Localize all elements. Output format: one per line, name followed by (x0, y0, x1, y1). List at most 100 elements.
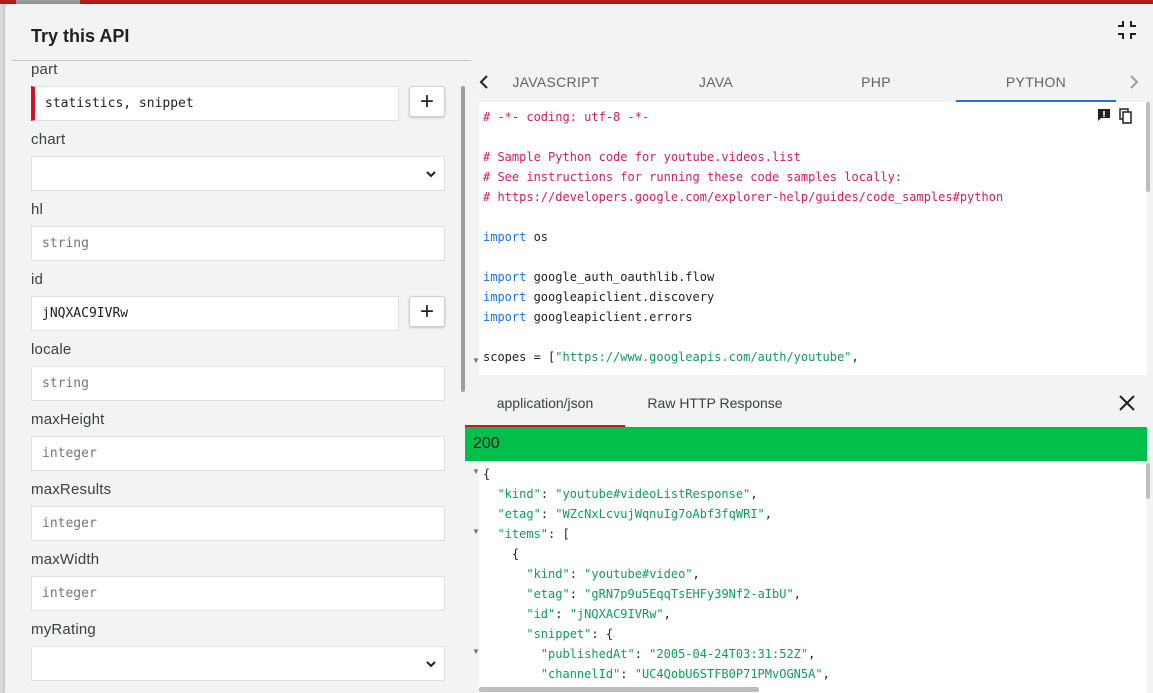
status-code: 200 (473, 435, 500, 452)
json-token: "kind" (497, 487, 541, 501)
chevron-down-icon (424, 167, 438, 181)
param-label: hl (31, 201, 44, 218)
param-label: locale (31, 341, 72, 358)
json-line: "id": "jNQXAC9IVRw", (483, 604, 671, 624)
language-tabs: JAVASCRIPT JAVA PHP PYTHON (465, 61, 1153, 102)
json-token: "UC4QobU6STFB0P71PMvOGN5A" (634, 667, 823, 681)
add-part-button[interactable]: + (409, 86, 445, 117)
code-token: googleapiclient.discovery (526, 290, 715, 304)
param-input-hl[interactable]: string (31, 226, 445, 261)
param-value: jNQXAC9IVRw (42, 306, 129, 321)
json-line: "kind": "youtube#video", (483, 564, 700, 584)
response-tab-raw-http[interactable]: Raw HTTP Response (635, 379, 795, 427)
param-input-maxresults[interactable]: integer (31, 506, 445, 541)
json-scrollbar[interactable] (1146, 463, 1150, 499)
collapse-fullscreen-icon[interactable] (1117, 20, 1137, 40)
param-label: myRating (31, 621, 96, 638)
param-input-part[interactable]: statistics, snippet (31, 86, 399, 121)
code-line: import google_auth_oauthlib.flow (483, 267, 714, 287)
json-token: , (692, 567, 700, 581)
json-token: "jNQXAC9IVRw" (569, 607, 664, 621)
json-horizontal-scrollbar[interactable] (479, 687, 759, 692)
json-token: : (634, 647, 650, 661)
code-token: , (851, 350, 859, 364)
fold-arrow-icon[interactable]: ▼ (472, 467, 480, 476)
param-part: part statistics, snippet + (31, 60, 445, 124)
report-feedback-icon[interactable] (1097, 108, 1111, 127)
tab-php[interactable]: PHP (796, 61, 956, 102)
json-token: "etag" (497, 507, 541, 521)
tab-python[interactable]: PYTHON (956, 61, 1116, 102)
response-tab-json[interactable]: application/json (465, 379, 625, 427)
json-token: : { (591, 627, 614, 641)
code-line: scopes = ["https://www.googleapis.com/au… (483, 347, 859, 367)
param-maxheight: maxHeight integer (31, 410, 445, 474)
code-token: import (483, 290, 527, 304)
json-line: "kind": "youtube#videoListResponse", (483, 484, 758, 504)
json-token: , (822, 667, 830, 681)
response-json-viewer[interactable]: { "kind": "youtube#videoListResponse", "… (465, 463, 1147, 693)
json-token: "id" (526, 607, 556, 621)
code-scrollbar[interactable] (1146, 102, 1150, 192)
json-token: "items" (497, 527, 549, 541)
param-input-maxheight[interactable]: integer (31, 436, 445, 471)
param-input-locale[interactable]: string (31, 366, 445, 401)
json-token: "channelId" (540, 667, 621, 681)
tab-javascript[interactable]: JAVASCRIPT (476, 61, 636, 102)
json-token: { (483, 467, 491, 481)
json-token: "kind" (526, 567, 570, 581)
fold-arrow-icon[interactable]: ▼ (472, 527, 480, 536)
param-select-myrating[interactable] (31, 646, 445, 681)
param-maxwidth: maxWidth integer (31, 550, 445, 614)
response-tabs: application/json Raw HTTP Response (465, 379, 1153, 427)
tabs-next-chevron-right-icon[interactable] (1113, 61, 1153, 102)
code-token: scopes = [ (483, 350, 556, 364)
fold-arrow-icon[interactable]: ▼ (472, 647, 480, 656)
code-line: import os (483, 227, 548, 247)
code-token: os (526, 230, 549, 244)
json-token: : (540, 507, 556, 521)
json-token: "WZcNxLcvujWqnuIg7oAbf3fqWRI" (555, 507, 765, 521)
json-token: "publishedAt" (540, 647, 635, 661)
param-myrating: myRating (31, 620, 445, 684)
json-token: "gRN7p9u5EqqTsEHFy39Nf2-aIbU" (584, 587, 794, 601)
param-label: maxHeight (31, 411, 105, 428)
json-token: : (569, 567, 585, 581)
param-select-chart[interactable] (31, 156, 445, 191)
code-token: google_auth_oauthlib.flow (526, 270, 715, 284)
json-line: "etag": "gRN7p9u5EqqTsEHFy39Nf2-aIbU", (483, 584, 801, 604)
param-placeholder: integer (42, 446, 97, 461)
param-input-id[interactable]: jNQXAC9IVRw (31, 296, 399, 331)
json-line: "items": [ (483, 524, 569, 544)
json-token: "etag" (526, 587, 570, 601)
response-status-bar: 200 (465, 427, 1147, 461)
param-placeholder: integer (42, 516, 97, 531)
code-line: import googleapiclient.errors (483, 307, 693, 327)
json-line: "snippet": { (483, 624, 613, 644)
close-response-icon[interactable] (1115, 391, 1139, 415)
code-tools (1097, 108, 1133, 127)
json-line: "etag": "WZcNxLcvujWqnuIg7oAbf3fqWRI", (483, 504, 772, 524)
json-line: { (483, 464, 490, 484)
add-id-button[interactable]: + (409, 296, 445, 327)
code-token: # Sample Python code for youtube.videos.… (483, 150, 801, 164)
fold-arrow-icon[interactable]: ▼ (472, 356, 480, 365)
param-placeholder: string (42, 236, 89, 251)
json-token: , (750, 487, 758, 501)
param-label: maxWidth (31, 551, 100, 568)
param-label: maxResults (31, 481, 112, 498)
param-hl: hl string (31, 200, 445, 264)
code-token: # https://developers.google.com/explorer… (483, 190, 1004, 204)
copy-icon[interactable] (1119, 108, 1133, 127)
json-token: : (540, 487, 556, 501)
json-token: : (620, 667, 635, 681)
json-token: , (808, 647, 816, 661)
tab-java[interactable]: JAVA (636, 61, 796, 102)
code-sample-editor[interactable]: # -*- coding: utf-8 -*- # Sample Python c… (465, 102, 1147, 375)
param-placeholder: string (42, 376, 89, 391)
param-input-maxwidth[interactable]: integer (31, 576, 445, 611)
